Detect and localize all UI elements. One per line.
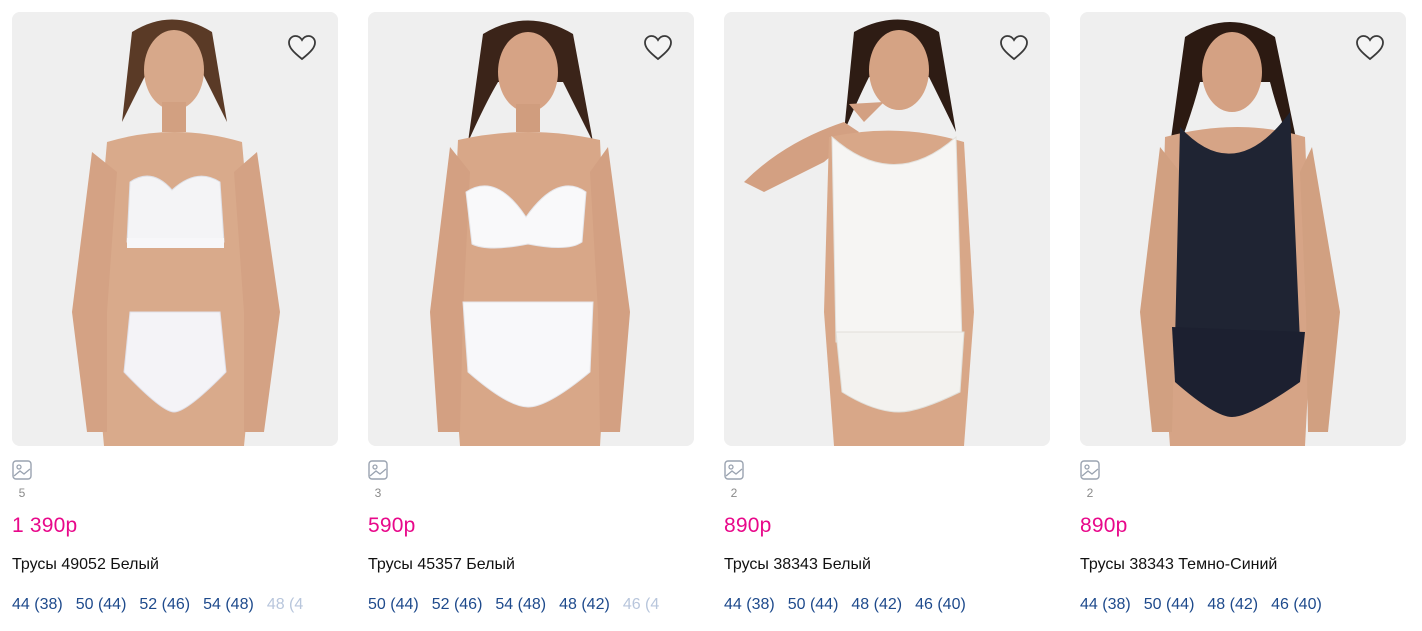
size-option[interactable]: 50 (44) [788, 596, 839, 614]
size-option[interactable]: 54 (48) [495, 596, 546, 614]
size-list: 50 (44) 52 (46) 54 (48) 48 (42) 46 (4 [368, 596, 694, 614]
image-icon [724, 460, 744, 480]
product-photo[interactable] [1080, 12, 1406, 446]
size-option[interactable]: 52 (46) [432, 596, 483, 614]
gallery-indicator: 5 [12, 460, 34, 500]
size-option[interactable]: 54 (48) [203, 596, 254, 614]
image-count: 5 [18, 486, 26, 500]
product-photo[interactable] [12, 12, 338, 446]
image-count: 2 [1086, 486, 1094, 500]
size-option[interactable]: 50 (44) [1144, 596, 1195, 614]
product-title[interactable]: Трусы 38343 Белый [724, 556, 1050, 574]
heart-outline-icon[interactable] [998, 32, 1030, 64]
model-photo [724, 12, 1050, 446]
heart-outline-icon[interactable] [1354, 32, 1386, 64]
product-card[interactable]: 2 890р Трусы 38343 Белый 44 (38) 50 (44) 4… [724, 12, 1050, 627]
model-photo [12, 12, 338, 446]
product-photo[interactable] [368, 12, 694, 446]
image-count: 2 [730, 486, 738, 500]
product-photo[interactable] [724, 12, 1050, 446]
product-title[interactable]: Трусы 49052 Белый [12, 556, 338, 574]
product-card[interactable]: 3 590р Трусы 45357 Белый 50 (44) 52 (46) 5… [368, 12, 694, 627]
size-option[interactable]: 46 (40) [915, 596, 966, 614]
size-option[interactable]: 48 (42) [559, 596, 610, 614]
size-option[interactable]: 50 (44) [368, 596, 419, 614]
product-card[interactable]: 5 1 390р Трусы 49052 Белый 44 (38) 50 (44… [12, 12, 338, 627]
model-photo [1080, 12, 1406, 446]
size-option[interactable]: 48 (42) [851, 596, 902, 614]
gallery-indicator: 2 [1080, 460, 1102, 500]
gallery-indicator: 3 [368, 460, 390, 500]
size-option[interactable]: 44 (38) [724, 596, 775, 614]
product-card[interactable]: 2 890р Трусы 38343 Темно-Синий 44 (38) 50… [1080, 12, 1406, 627]
gallery-indicator: 2 [724, 460, 746, 500]
size-option[interactable]: 44 (38) [12, 596, 63, 614]
product-price: 890р [724, 514, 772, 537]
size-option[interactable]: 46 (40) [1271, 596, 1322, 614]
size-option[interactable]: 46 (4 [623, 596, 659, 614]
size-list: 44 (38) 50 (44) 48 (42) 46 (40) [724, 596, 1050, 614]
product-title[interactable]: Трусы 38343 Темно-Синий [1080, 556, 1406, 574]
size-option[interactable]: 44 (38) [1080, 596, 1131, 614]
heart-outline-icon[interactable] [286, 32, 318, 64]
size-option[interactable]: 48 (4 [267, 596, 303, 614]
product-price: 1 390р [12, 514, 78, 537]
product-title[interactable]: Трусы 45357 Белый [368, 556, 694, 574]
size-list: 44 (38) 50 (44) 52 (46) 54 (48) 48 (4 [12, 596, 338, 614]
image-icon [368, 460, 388, 480]
size-option[interactable]: 48 (42) [1207, 596, 1258, 614]
heart-outline-icon[interactable] [642, 32, 674, 64]
product-grid: 5 1 390р Трусы 49052 Белый 44 (38) 50 (44… [0, 0, 1422, 631]
product-price: 590р [368, 514, 416, 537]
image-icon [12, 460, 32, 480]
size-list: 44 (38) 50 (44) 48 (42) 46 (40) [1080, 596, 1406, 614]
image-icon [1080, 460, 1100, 480]
image-count: 3 [374, 486, 382, 500]
size-option[interactable]: 52 (46) [139, 596, 190, 614]
size-option[interactable]: 50 (44) [76, 596, 127, 614]
product-price: 890р [1080, 514, 1128, 537]
model-photo [368, 12, 694, 446]
